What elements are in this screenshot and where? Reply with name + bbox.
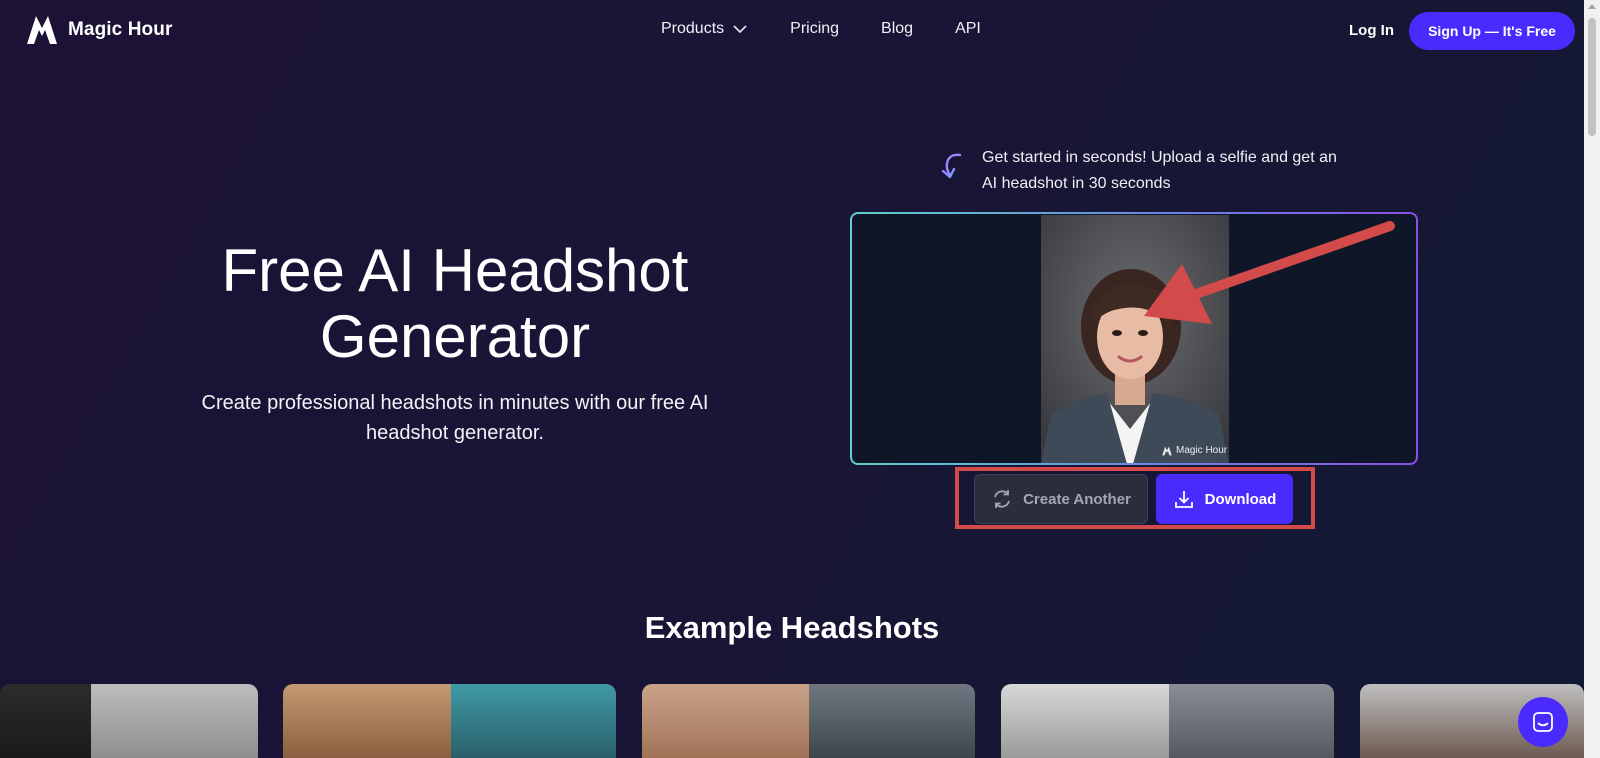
example-after-image	[451, 684, 616, 758]
watermark-text: Magic Hour	[1176, 445, 1228, 456]
chat-icon	[1533, 712, 1553, 732]
example-card[interactable]	[1001, 684, 1334, 758]
example-after-image	[91, 684, 258, 758]
example-after-image	[1169, 684, 1334, 758]
brand-logo-icon	[27, 16, 57, 44]
main-nav: Products Pricing Blog API	[661, 20, 1023, 38]
curved-arrow-icon	[941, 153, 962, 179]
example-before-image	[0, 684, 91, 758]
example-before-image	[1001, 684, 1169, 758]
page-scrollbar[interactable]	[1584, 0, 1600, 758]
watermark-logo-icon	[1162, 446, 1172, 455]
chat-launcher-button[interactable]	[1518, 697, 1568, 747]
annotation-arrow	[1144, 221, 1395, 324]
nav-products[interactable]: Products	[661, 20, 748, 38]
download-button[interactable]: Download	[1156, 474, 1293, 524]
download-icon	[1174, 491, 1193, 508]
hero-title: Free AI Headshot Generator	[150, 238, 760, 370]
example-after-image	[809, 684, 975, 758]
examples-title: Example Headshots	[644, 610, 940, 645]
example-card[interactable]	[283, 684, 616, 758]
create-another-label: Create Another	[1023, 490, 1131, 508]
scrollbar-thumb[interactable]	[1588, 18, 1596, 136]
signup-button[interactable]: Sign Up — It's Free	[1409, 12, 1575, 50]
nav-pricing[interactable]: Pricing	[790, 20, 839, 38]
hero-subtitle: Create professional headshots in minutes…	[201, 392, 709, 444]
image-watermark: Magic Hour	[1161, 445, 1227, 456]
create-another-button[interactable]: Create Another	[974, 474, 1148, 524]
brand-name: Magic Hour	[68, 19, 173, 40]
nav-products-label: Products	[661, 20, 725, 37]
example-card[interactable]	[642, 684, 975, 758]
get-started-text: Get started in seconds! Upload a selfie …	[982, 149, 1337, 192]
refresh-icon	[994, 490, 1010, 508]
chevron-down-icon	[733, 25, 747, 34]
nav-blog[interactable]: Blog	[881, 20, 913, 38]
login-link[interactable]: Log In	[1349, 22, 1394, 39]
brand-logo[interactable]: Magic Hour	[25, 14, 172, 46]
nav-api[interactable]: API	[955, 20, 981, 38]
site-header: Magic Hour Products Pricing Blog API Log…	[0, 0, 1584, 62]
hero-title-line2: Generator	[319, 303, 591, 370]
scroll-up-arrow-icon[interactable]	[1588, 4, 1596, 9]
example-before-image	[283, 684, 451, 758]
hero-title-line1: Free AI Headshot	[221, 237, 689, 304]
example-card[interactable]	[0, 684, 258, 758]
download-label: Download	[1204, 490, 1277, 508]
get-started-caption: Get started in seconds! Upload a selfie …	[934, 145, 1352, 197]
example-before-image	[642, 684, 809, 758]
